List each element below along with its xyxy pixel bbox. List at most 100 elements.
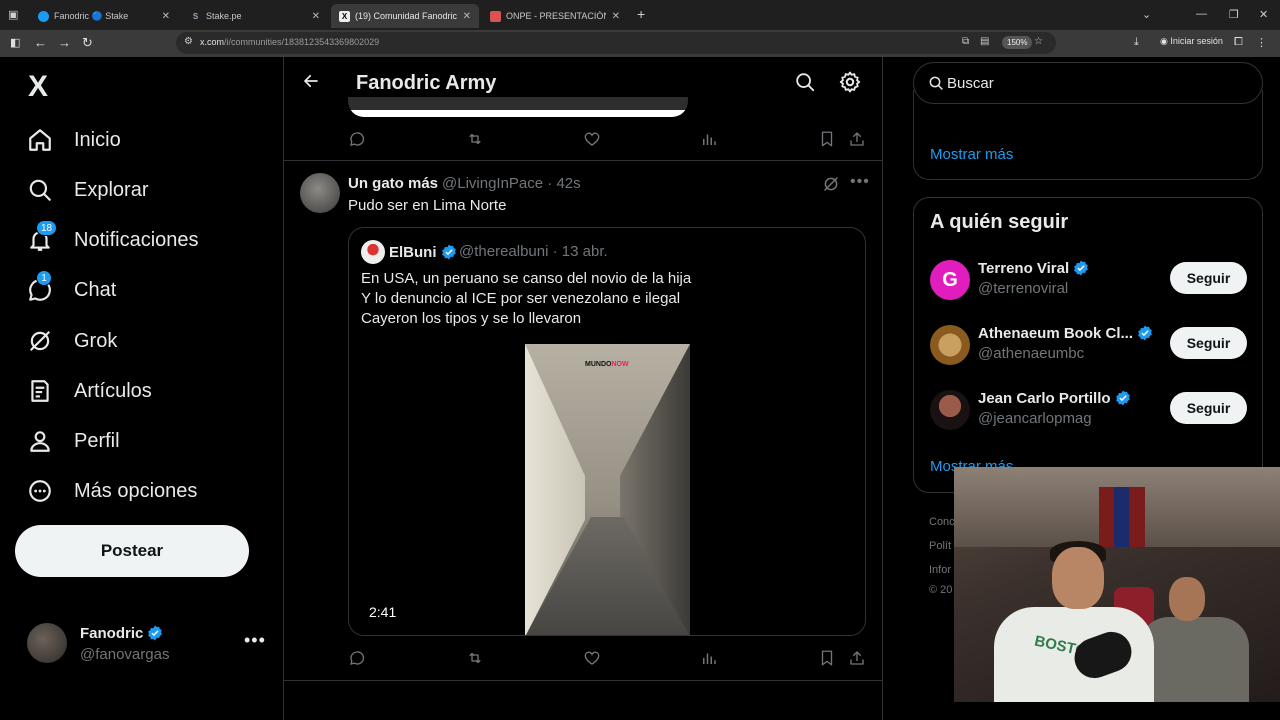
tab-overview-icon[interactable]: ▣ (8, 8, 18, 21)
nav-articles[interactable]: Artículos (26, 373, 152, 409)
bookmark-icon[interactable] (818, 130, 836, 148)
browser-tab-3[interactable]: X (19) Comunidad Fanodric Army ✕ (331, 4, 479, 28)
share-icon[interactable] (848, 649, 866, 667)
bookmark-icon[interactable] (818, 649, 836, 667)
quoted-post[interactable]: ElBuni @therealbuni · 13 abr. En USA, un… (348, 227, 866, 636)
downloads-icon[interactable]: ⤓ (1134, 36, 1139, 49)
video-player[interactable]: MUNDONOW 2:41 (349, 344, 865, 635)
share-icon[interactable] (848, 130, 866, 148)
community-search-icon[interactable] (794, 71, 816, 93)
sidebar-toggle-icon[interactable]: ◧ (10, 36, 20, 49)
url-field[interactable]: ⚙ x.com/i/communities/183812354336980202… (176, 32, 1056, 54)
browser-tab-4[interactable]: ONPE - PRESENTACIÓN DE RES ✕ (482, 4, 628, 28)
nav-chat[interactable]: 1 Chat (26, 270, 116, 308)
post-divider (284, 680, 882, 681)
sign-in-button[interactable]: ◉ Iniciar sesión (1160, 36, 1223, 47)
bell-icon: 18 (26, 220, 58, 254)
footer-link[interactable]: Infor (929, 564, 951, 576)
follow-button[interactable]: Seguir (1170, 327, 1247, 359)
nav-notifications[interactable]: 18 Notificaciones (26, 220, 199, 258)
account-name: Fanodric (80, 624, 144, 642)
follow-suggestion[interactable]: Jean Carlo Portillo @jeancarlopmag Segui… (930, 388, 1248, 432)
nav-home[interactable]: Inicio (26, 122, 121, 158)
account-name-row[interactable]: Fanodric (80, 624, 164, 642)
stake-favicon-icon (38, 10, 49, 22)
gear-icon[interactable] (838, 70, 862, 94)
back-icon[interactable]: ← (34, 35, 47, 50)
suggestion-handle: @athenaeumbc (978, 345, 1085, 362)
follow-button[interactable]: Seguir (1170, 262, 1247, 294)
reload-icon[interactable]: ↻ (82, 35, 93, 51)
repost-icon[interactable] (466, 130, 484, 148)
nav-profile[interactable]: Perfil (26, 423, 120, 459)
streamer (1052, 547, 1104, 609)
suggestion-name: Jean Carlo Portillo (978, 389, 1111, 407)
post-author-avatar[interactable] (300, 173, 340, 213)
footer-link[interactable]: Conc (929, 516, 955, 528)
reply-icon[interactable] (348, 649, 366, 667)
browser-tab-1[interactable]: Fanodric 🔵 Stake ✕ (30, 4, 178, 28)
show-more-link[interactable]: Mostrar más (930, 146, 1013, 163)
browser-tab-2[interactable]: S Stake.pe ✕ (182, 4, 328, 28)
like-icon[interactable] (583, 130, 601, 148)
post-actions (348, 648, 868, 668)
x-logo[interactable]: X (28, 70, 48, 104)
repost-icon[interactable] (466, 649, 484, 667)
tab-search-chevron-icon[interactable]: ⌄ (1142, 8, 1151, 21)
restore-icon[interactable]: ❐ (1229, 8, 1239, 21)
forward-icon[interactable]: → (58, 35, 71, 50)
person-icon (26, 427, 54, 455)
install-app-icon[interactable]: ⧉ (962, 36, 969, 47)
who-to-follow-card: A quién seguir G Terreno Viral @terrenov… (913, 197, 1263, 493)
like-icon[interactable] (583, 649, 601, 667)
zoom-level-badge[interactable]: 150% (1002, 36, 1033, 49)
reply-icon[interactable] (348, 130, 366, 148)
account-handle: @fanovargas (80, 646, 170, 663)
post-author-name[interactable]: Un gato más (348, 175, 438, 192)
post-more-icon[interactable]: ••• (850, 173, 870, 191)
account-menu-icon[interactable]: ••• (244, 630, 266, 651)
nav-grok-label: Grok (74, 329, 118, 352)
views-icon[interactable] (700, 130, 718, 148)
follow-suggestion[interactable]: Athenaeum Book Cl... @athenaeumbc Seguir (930, 323, 1248, 367)
suggestion-name: Athenaeum Book Cl... (978, 324, 1134, 342)
nav-home-label: Inicio (74, 128, 121, 151)
verified-badge-icon (441, 244, 456, 260)
video-frame[interactable]: MUNDONOW (525, 344, 690, 635)
views-icon[interactable] (700, 649, 718, 667)
site-info-icon[interactable]: ⚙ (184, 36, 193, 47)
browser-address-bar: ◧ ← → ↻ ⚙ x.com/i/communities/1838123543… (0, 30, 1280, 57)
reader-icon[interactable]: ▤ (980, 36, 989, 47)
nav-explore[interactable]: Explorar (26, 172, 148, 208)
nav-grok[interactable]: Grok (26, 323, 117, 359)
grok-explain-icon[interactable] (822, 175, 840, 193)
close-tab-icon[interactable]: ✕ (463, 11, 471, 22)
post-divider (284, 160, 882, 161)
extensions-icon[interactable]: ⧠ (1234, 36, 1243, 49)
footer-link[interactable]: Polít (929, 540, 951, 552)
minimize-icon[interactable]: — (1196, 8, 1207, 20)
nav-more-options[interactable]: Más opciones (26, 473, 197, 509)
back-arrow-icon[interactable] (302, 72, 320, 90)
bookmark-star-icon[interactable]: ☆ (1034, 36, 1043, 47)
window-close-icon[interactable]: ✕ (1259, 8, 1268, 21)
close-tab-icon[interactable]: ✕ (612, 11, 620, 22)
follow-button[interactable]: Seguir (1170, 392, 1247, 424)
post-author-handle[interactable]: @LivingInPace · 42s (442, 175, 581, 192)
url-path: /i/communities/1838123543369802029 (224, 37, 380, 47)
new-tab-icon[interactable]: + (637, 6, 645, 22)
quoted-author-handle: @therealbuni · 13 abr. (459, 243, 608, 260)
search-box[interactable] (913, 62, 1263, 104)
close-tab-icon[interactable]: ✕ (312, 11, 320, 22)
browser-menu-icon[interactable]: ⋮ (1256, 36, 1267, 49)
follow-suggestion[interactable]: G Terreno Viral @terrenoviral Seguir (930, 258, 1248, 302)
quoted-text-line: Cayeron los tipos y se lo llevaron (361, 310, 582, 327)
video-watermark: MUNDONOW (585, 361, 629, 368)
articles-icon (26, 377, 54, 405)
search-input[interactable] (947, 73, 1247, 93)
verified-badge-icon (1074, 260, 1088, 276)
close-tab-icon[interactable]: ✕ (162, 11, 170, 22)
account-avatar[interactable] (27, 623, 67, 663)
post-button[interactable]: Postear (15, 525, 249, 577)
athenaeum-avatar (930, 325, 970, 365)
